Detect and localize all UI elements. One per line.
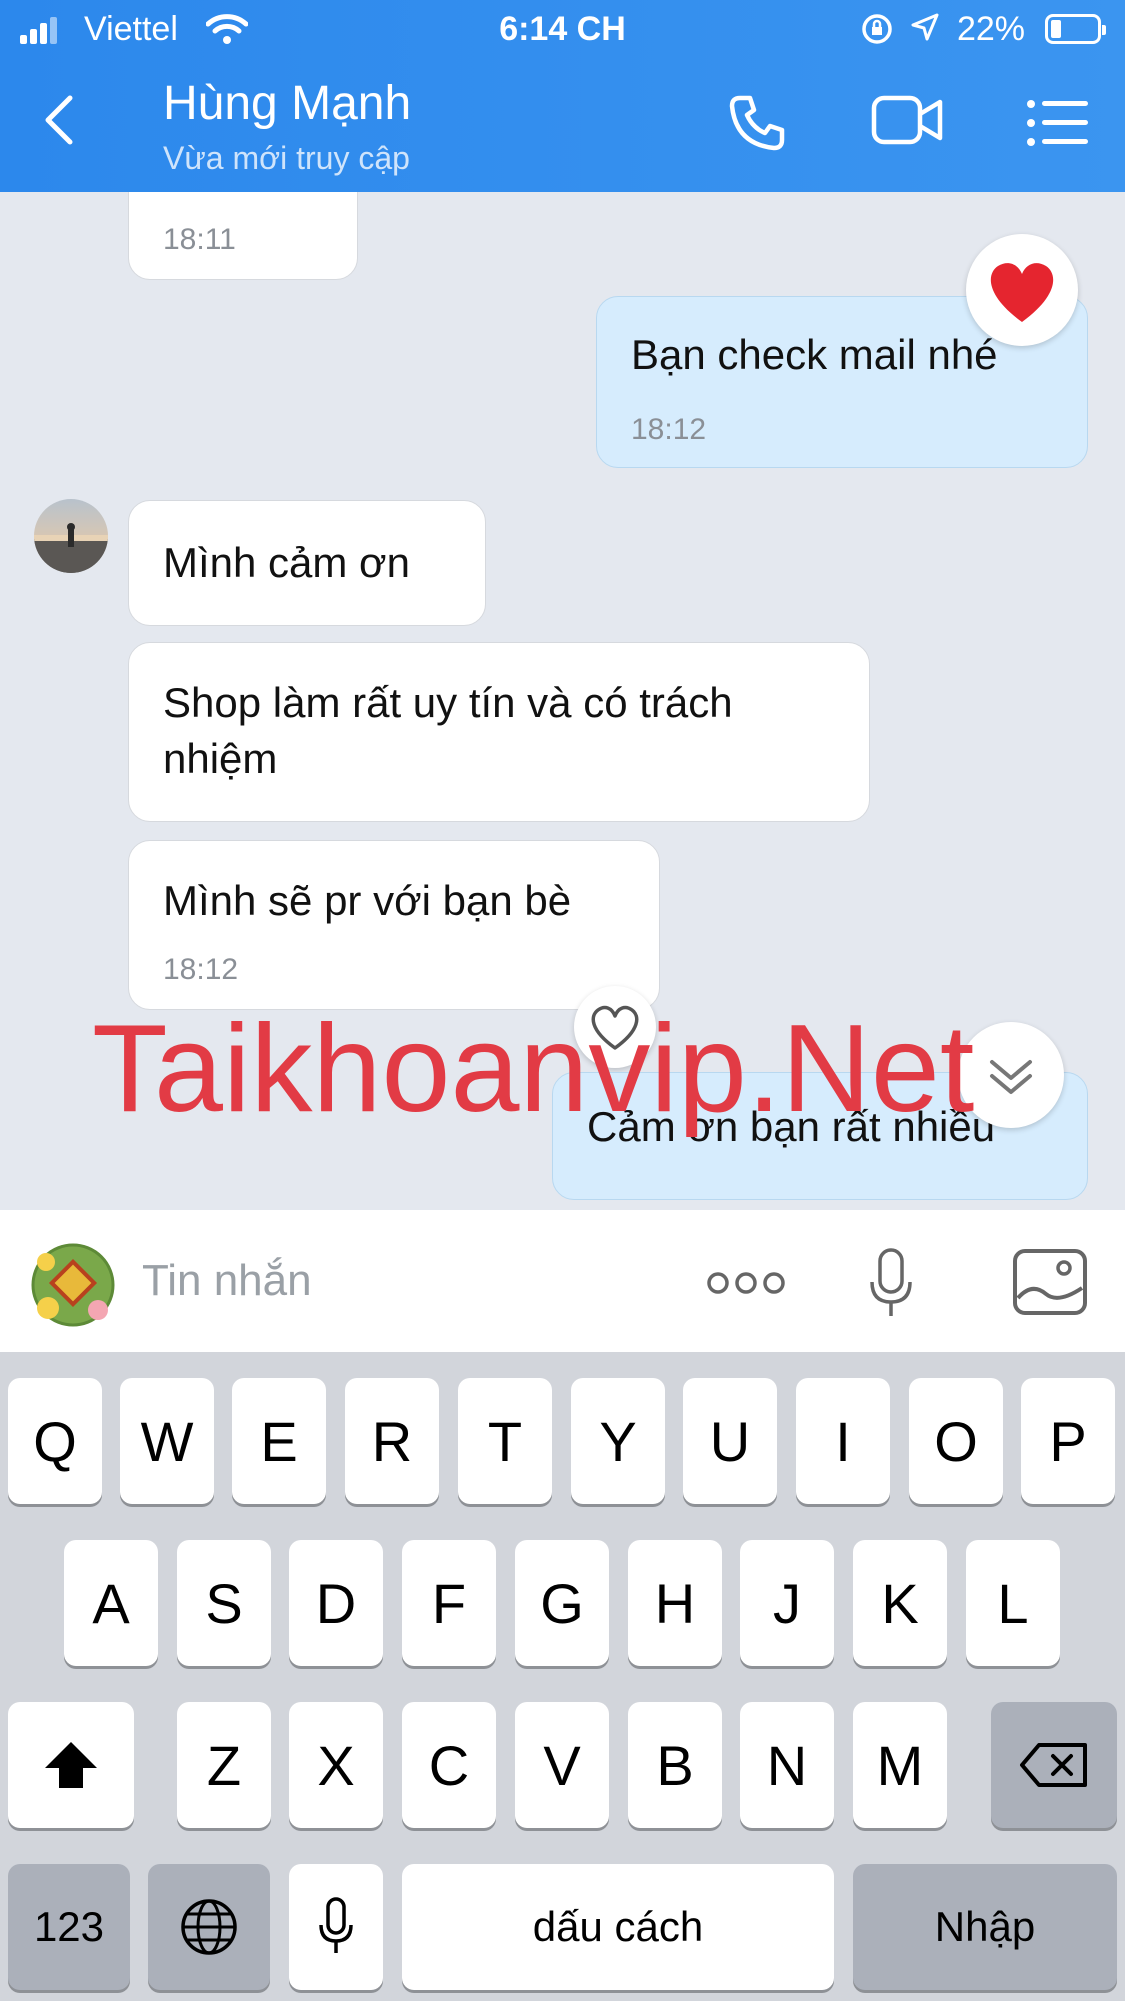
more-icon[interactable] <box>706 1270 786 1296</box>
key-y[interactable]: Y <box>571 1378 665 1504</box>
message-time: 18:12 <box>631 413 707 446</box>
message-bubble-incoming[interactable]: Mình cảm ơn <box>128 500 486 626</box>
phone-icon[interactable] <box>726 92 788 154</box>
dictation-icon <box>319 1897 353 1953</box>
key-m[interactable]: M <box>853 1702 947 1828</box>
shift-icon <box>45 1742 97 1788</box>
video-call-icon[interactable] <box>870 92 946 148</box>
delete-key[interactable] <box>991 1702 1117 1828</box>
numbers-key[interactable]: 123 <box>8 1864 130 1990</box>
contact-name[interactable]: Hùng Mạnh <box>163 76 411 131</box>
status-bar: Viettel 6:14 CH 22% <box>0 0 1125 62</box>
message-text-line1: Shop làm rất uy tín và có trách <box>163 679 733 726</box>
message-bubble-incoming[interactable]: Shop làm rất uy tín và có trách nhiệm <box>128 642 870 822</box>
back-icon[interactable] <box>40 92 80 148</box>
location-icon <box>911 13 939 41</box>
key-s[interactable]: S <box>177 1540 271 1666</box>
key-a[interactable]: A <box>64 1540 158 1666</box>
return-key[interactable]: Nhập <box>853 1864 1117 1990</box>
key-t[interactable]: T <box>458 1378 552 1504</box>
shift-key[interactable] <box>8 1702 134 1828</box>
avatar[interactable] <box>34 499 108 573</box>
contact-status: Vừa mới truy cập <box>163 140 410 176</box>
globe-icon <box>181 1899 237 1955</box>
key-v[interactable]: V <box>515 1702 609 1828</box>
key-h[interactable]: H <box>628 1540 722 1666</box>
image-icon[interactable] <box>1012 1248 1088 1316</box>
message-time: 18:12 <box>163 953 239 986</box>
key-k[interactable]: K <box>853 1540 947 1666</box>
globe-key[interactable] <box>148 1864 270 1990</box>
sticker-icon[interactable] <box>30 1242 116 1328</box>
key-d[interactable]: D <box>289 1540 383 1666</box>
watermark: Taikhoanvip.Net <box>92 1000 975 1138</box>
heart-icon <box>990 263 1054 322</box>
key-r[interactable]: R <box>345 1378 439 1504</box>
key-x[interactable]: X <box>289 1702 383 1828</box>
message-time: 18:11 <box>163 223 236 256</box>
message-input[interactable]: Tin nhắn <box>142 1256 312 1306</box>
key-i[interactable]: I <box>796 1378 890 1504</box>
key-j[interactable]: J <box>740 1540 834 1666</box>
delete-icon <box>1020 1743 1087 1787</box>
key-f[interactable]: F <box>402 1540 496 1666</box>
key-o[interactable]: O <box>909 1378 1003 1504</box>
rotation-lock-icon <box>862 14 892 44</box>
key-n[interactable]: N <box>740 1702 834 1828</box>
message-text: Mình cảm ơn <box>163 539 410 586</box>
reaction-heart[interactable] <box>966 234 1078 346</box>
key-b[interactable]: B <box>628 1702 722 1828</box>
key-z[interactable]: Z <box>177 1702 271 1828</box>
message-text-line2: nhiệm <box>163 735 278 782</box>
message-input-bar: Tin nhắn <box>0 1210 1125 1352</box>
chat-header: Viettel 6:14 CH 22% Hùng Mạnh Vừa mới tr… <box>0 0 1125 192</box>
space-key[interactable]: dấu cách <box>402 1864 834 1990</box>
key-p[interactable]: P <box>1021 1378 1115 1504</box>
message-text: Bạn check mail nhé <box>631 331 998 378</box>
key-g[interactable]: G <box>515 1540 609 1666</box>
battery-percent: 22% <box>956 10 1025 48</box>
message-text: Mình sẽ pr với bạn bè <box>163 877 572 924</box>
keyboard: Q W E R T Y U I O P A S D F G H J K L Z … <box>0 1352 1125 2001</box>
battery-icon <box>1045 14 1106 44</box>
menu-icon[interactable] <box>1026 98 1090 148</box>
dictation-key[interactable] <box>289 1864 383 1990</box>
message-bubble-incoming[interactable]: 18:11 <box>128 192 358 280</box>
key-e[interactable]: E <box>232 1378 326 1504</box>
mic-icon[interactable] <box>866 1248 916 1320</box>
key-c[interactable]: C <box>402 1702 496 1828</box>
key-w[interactable]: W <box>120 1378 214 1504</box>
key-q[interactable]: Q <box>8 1378 102 1504</box>
message-bubble-incoming[interactable]: Mình sẽ pr với bạn bè 18:12 <box>128 840 660 1010</box>
key-l[interactable]: L <box>966 1540 1060 1666</box>
key-u[interactable]: U <box>683 1378 777 1504</box>
